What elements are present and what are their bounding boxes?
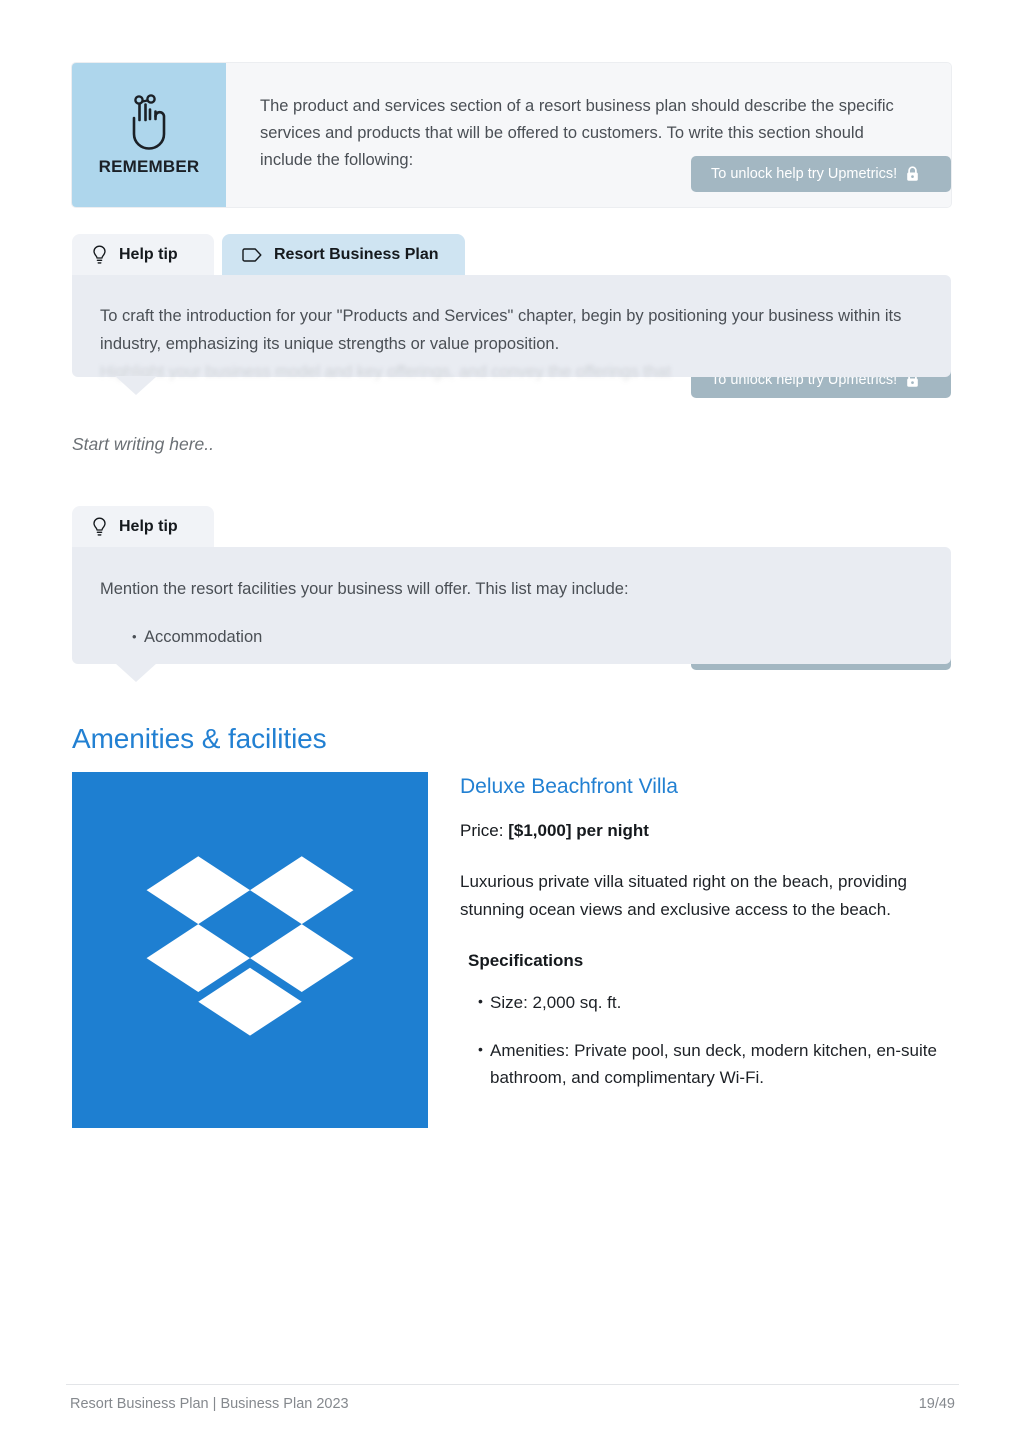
product-info: Deluxe Beachfront Villa Price: [$1,000] … [428, 772, 951, 1128]
tip-card-1-body: To craft the introduction for your "Prod… [72, 275, 951, 395]
lock-icon [907, 166, 918, 181]
help-tip-card-1: Help tip Resort Business Plan To craft t… [72, 234, 951, 395]
document-page: REMEMBER The product and services sectio… [0, 0, 1024, 1448]
product-price: Price: [$1,000] per night [460, 818, 951, 844]
tip-card-1-paragraph: To craft the introduction for your "Prod… [100, 307, 902, 353]
lightbulb-icon [93, 245, 106, 264]
footer-divider [66, 1384, 959, 1385]
unlock-badge-remember[interactable]: To unlock help try Upmetrics! [691, 156, 951, 192]
tip-card-1-tail [115, 376, 157, 395]
tab-help-tip-label: Help tip [119, 517, 178, 535]
product-block: Deluxe Beachfront Villa Price: [$1,000] … [72, 772, 951, 1128]
help-tip-card-2: Help tip Mention the resort facilities y… [72, 506, 951, 682]
footer: Resort Business Plan | Business Plan 202… [70, 1396, 955, 1412]
tip-card-2-body: Mention the resort facilities your busin… [72, 547, 951, 682]
tip-card-2-tail [115, 663, 157, 682]
lightbulb-icon [93, 517, 106, 536]
tip-card-2-tabs: Help tip [72, 506, 951, 547]
specifications-list: Size: 2,000 sq. ft. Amenities: Private p… [460, 988, 951, 1092]
dropbox-logo-icon [146, 856, 354, 1036]
tab-help-tip-label: Help tip [119, 245, 178, 263]
tab-resort-business-plan[interactable]: Resort Business Plan [222, 234, 465, 275]
reminder-hand-icon [132, 94, 166, 150]
product-title: Deluxe Beachfront Villa [460, 775, 678, 798]
remember-label: REMEMBER [98, 157, 200, 176]
tip-card-2-paragraph: Mention the resort facilities your busin… [100, 580, 629, 598]
tab-help-tip[interactable]: Help tip [72, 506, 214, 547]
list-item: Size: 2,000 sq. ft. [478, 988, 951, 1017]
footer-page-number: 19/49 [918, 1396, 955, 1412]
product-description: Luxurious private villa situated right o… [460, 872, 907, 919]
specifications-heading: Specifications [468, 951, 584, 970]
tab-help-tip[interactable]: Help tip [72, 234, 214, 275]
footer-document-title: Resort Business Plan | Business Plan 202… [70, 1396, 349, 1412]
product-price-label: Price: [460, 821, 504, 840]
remember-callout-badge: REMEMBER [72, 63, 226, 207]
tab-resort-business-plan-label: Resort Business Plan [274, 245, 439, 263]
page-title: Amenities & facilities [72, 723, 327, 755]
list-item: Accommodation [132, 623, 919, 651]
tip-card-1-tabs: Help tip Resort Business Plan [72, 234, 951, 275]
list-item: Amenities: Private pool, sun deck, moder… [478, 1036, 951, 1092]
tag-icon [242, 247, 262, 262]
editor-placeholder[interactable]: Start writing here.. [72, 434, 214, 455]
unlock-badge-label: To unlock help try Upmetrics! [711, 166, 898, 182]
product-image [72, 772, 428, 1128]
product-price-value: [$1,000] per night [508, 821, 649, 840]
tip-card-2-bullet-list: Accommodation [100, 623, 919, 651]
tip-card-1-obscured-line: Highlight your business model and key of… [100, 363, 671, 381]
